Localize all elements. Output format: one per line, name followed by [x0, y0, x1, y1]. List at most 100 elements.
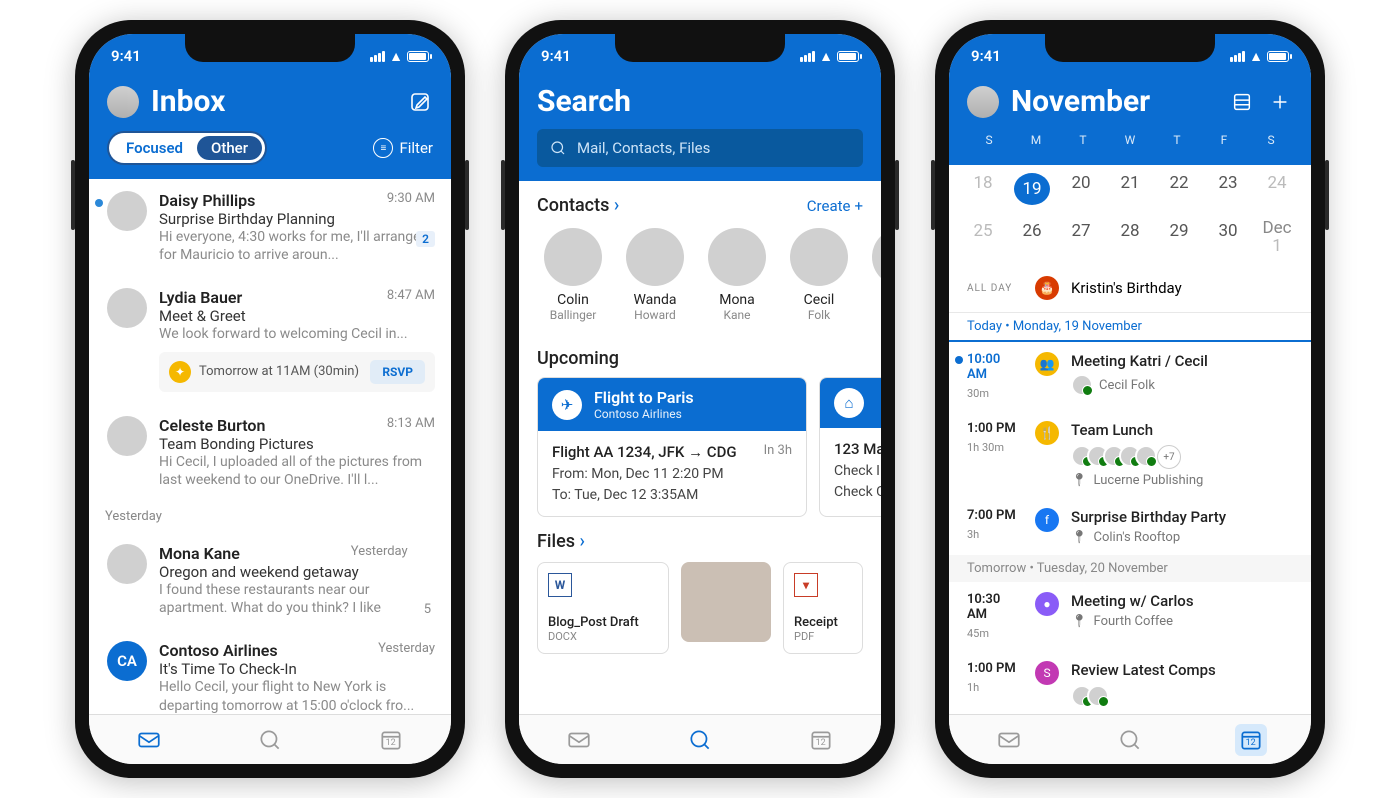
birthday-icon: 🎂: [1035, 276, 1059, 300]
day-cell[interactable]: 29: [1161, 221, 1197, 256]
profile-avatar[interactable]: [967, 86, 999, 118]
event-icon: 👥: [1035, 352, 1059, 376]
signal-icon: [1230, 51, 1245, 62]
event-item[interactable]: 1:00 PM1h S Review Latest Comps: [949, 651, 1311, 714]
tab-search[interactable]: [1114, 724, 1146, 756]
tab-mail[interactable]: [133, 724, 165, 756]
file-item[interactable]: W Blog_Post Draft DOCX: [537, 562, 669, 654]
notch: [615, 34, 785, 62]
notch: [185, 34, 355, 62]
status-time: 9:41: [541, 47, 571, 65]
message-item[interactable]: CA Contoso AirlinesYesterday It's Time T…: [89, 629, 451, 714]
day-cell[interactable]: 24: [1259, 173, 1295, 205]
tab-calendar[interactable]: 12: [375, 724, 407, 756]
section-contacts[interactable]: Contacts ›: [537, 195, 619, 216]
upcoming-card-flight[interactable]: ✈ Flight to ParisContoso Airlines In 3h …: [537, 377, 807, 517]
facebook-icon: f: [1035, 508, 1059, 532]
battery-icon: [407, 51, 429, 62]
inbox-header: Inbox Focused Other ≡ Filter: [89, 78, 451, 179]
message-item[interactable]: Daisy Phillips9:30 AM Surprise Birthday …: [89, 179, 451, 276]
page-title: Inbox: [151, 84, 395, 119]
day-cell[interactable]: 22: [1161, 173, 1197, 205]
attendee-stack: +7: [1071, 445, 1293, 469]
all-day-row[interactable]: ALL DAY 🎂 Kristin's Birthday: [949, 264, 1311, 312]
contact-avatar: [544, 228, 602, 286]
location-icon: 📍︎: [1071, 614, 1088, 629]
message-item[interactable]: Lydia Bauer8:47 AM Meet & Greet We look …: [89, 276, 451, 403]
contact-item[interactable]: CecilFolk: [783, 228, 855, 322]
tab-other[interactable]: Other: [197, 136, 262, 160]
message-item[interactable]: Mona KaneYesterday Oregon and weekend ge…: [89, 532, 451, 629]
wifi-icon: ▲︎: [389, 48, 403, 65]
signal-icon: [370, 51, 385, 62]
tab-bar: 12: [949, 714, 1311, 764]
week-row-2[interactable]: 25 26 27 28 29 30 Dec1: [949, 213, 1311, 264]
new-event-button[interactable]: [1267, 89, 1293, 115]
contact-avatar: [872, 228, 881, 286]
tab-search[interactable]: [254, 724, 286, 756]
search-input[interactable]: Mail, Contacts, Files: [537, 129, 863, 167]
count-badge: 2: [416, 231, 435, 247]
unread-dot: [95, 199, 103, 207]
event-icon: ●: [1035, 592, 1059, 616]
file-item-image[interactable]: [681, 562, 771, 642]
tab-mail[interactable]: [993, 724, 1025, 756]
contact-item[interactable]: [865, 228, 881, 322]
tab-search[interactable]: [684, 724, 716, 756]
message-list[interactable]: Daisy Phillips9:30 AM Surprise Birthday …: [89, 179, 451, 714]
day-cell[interactable]: 28: [1112, 221, 1148, 256]
compose-button[interactable]: [407, 89, 433, 115]
day-cell[interactable]: 23: [1210, 173, 1246, 205]
profile-avatar[interactable]: [107, 86, 139, 118]
day-cell[interactable]: 25: [965, 221, 1001, 256]
day-cell[interactable]: Dec1: [1259, 221, 1295, 256]
filter-button[interactable]: ≡ Filter: [373, 138, 433, 158]
tab-calendar[interactable]: 12: [1235, 724, 1267, 756]
agenda-list[interactable]: ALL DAY 🎂 Kristin's Birthday Today • Mon…: [949, 264, 1311, 714]
search-content[interactable]: Contacts › Create + ColinBallinger Wanda…: [519, 181, 881, 714]
search-icon: [549, 139, 567, 157]
contacts-row[interactable]: ColinBallinger WandaHoward MonaKane Ceci…: [519, 224, 881, 334]
upcoming-card-hotel[interactable]: ⌂ 123 Ma Check I Check C: [819, 377, 881, 517]
contact-item[interactable]: WandaHoward: [619, 228, 691, 322]
calendar-header: November SMTWTFS: [949, 78, 1311, 165]
event-item[interactable]: 10:00 AM30m 👥 Meeting Katri / Cecil Ceci…: [949, 342, 1311, 411]
event-item[interactable]: 10:30 AM45m ● Meeting w/ Carlos 📍︎Fourth…: [949, 582, 1311, 651]
day-cell[interactable]: 30: [1210, 221, 1246, 256]
section-upcoming: Upcoming: [537, 348, 619, 369]
week-row-1[interactable]: 18 19 20 21 22 23 24: [949, 165, 1311, 213]
file-item[interactable]: ▾ Receipt PDF: [783, 562, 863, 654]
sender-avatar: [107, 544, 147, 584]
day-cell[interactable]: 21: [1112, 173, 1148, 205]
sender-avatar: CA: [107, 641, 147, 681]
hotel-icon: ⌂: [834, 388, 864, 418]
inbox-tabs: Focused Other: [107, 131, 267, 165]
event-item[interactable]: 1:00 PM1h 30m 🍴 Team Lunch +7 📍︎Lucerne …: [949, 411, 1311, 498]
day-cell[interactable]: 18: [965, 173, 1001, 205]
tab-focused[interactable]: Focused: [112, 136, 197, 160]
message-item[interactable]: Celeste Burton8:13 AM Team Bonding Pictu…: [89, 404, 451, 501]
day-cell[interactable]: 26: [1014, 221, 1050, 256]
day-cell[interactable]: 20: [1063, 173, 1099, 205]
create-contact-button[interactable]: Create +: [807, 197, 863, 215]
rsvp-button[interactable]: RSVP: [370, 360, 425, 384]
tab-calendar[interactable]: 12: [805, 724, 837, 756]
phone-inbox: 9:41 ▲︎ Inbox Focused Other: [75, 20, 465, 778]
agenda-view-button[interactable]: [1229, 89, 1255, 115]
filter-icon: ≡: [373, 138, 393, 158]
tab-bar: 12: [519, 714, 881, 764]
section-files[interactable]: Files ›: [537, 531, 585, 552]
event-icon: 🍴: [1035, 421, 1059, 445]
tab-mail[interactable]: [563, 724, 595, 756]
word-icon: W: [548, 573, 572, 597]
contact-item[interactable]: ColinBallinger: [537, 228, 609, 322]
contact-item[interactable]: MonaKane: [701, 228, 773, 322]
event-item[interactable]: 7:00 PM3h f Surprise Birthday Party 📍︎Co…: [949, 498, 1311, 555]
day-cell-selected[interactable]: 19: [1014, 173, 1050, 205]
day-cell[interactable]: 27: [1063, 221, 1099, 256]
more-attendees[interactable]: +7: [1157, 445, 1181, 469]
files-row[interactable]: W Blog_Post Draft DOCX ▾ Receipt PDF: [519, 560, 881, 656]
skype-icon: S: [1035, 661, 1059, 685]
battery-icon: [1267, 51, 1289, 62]
signal-icon: [800, 51, 815, 62]
